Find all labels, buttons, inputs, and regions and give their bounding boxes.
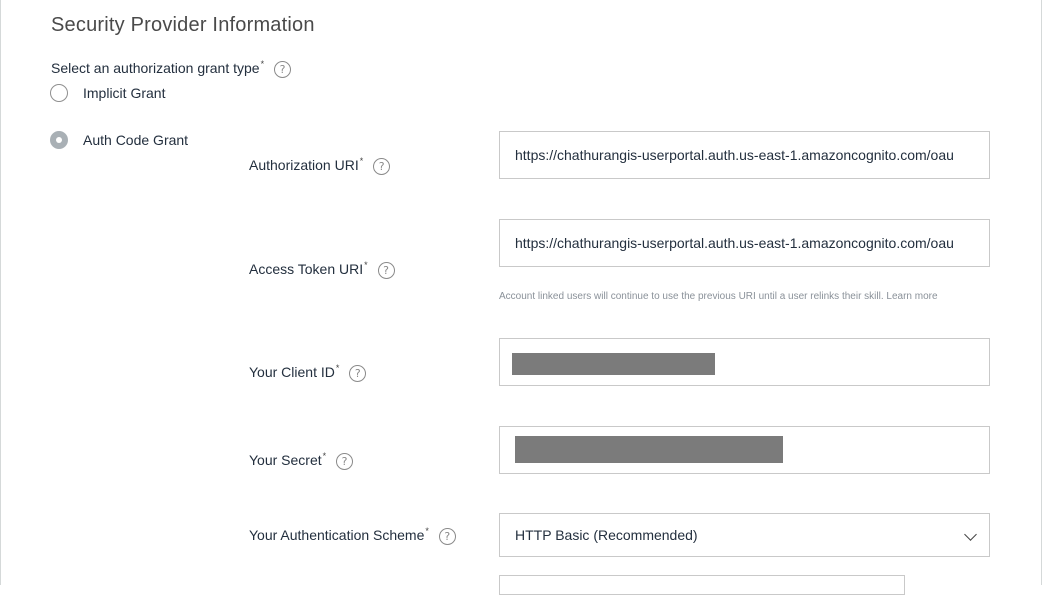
access-token-uri-input[interactable]: https://chathurangis-userportal.auth.us-… [499,219,990,267]
secret-label: Your Secret* ? [249,451,354,470]
redacted-secret [515,436,783,463]
question-circle-icon[interactable]: ? [349,364,367,382]
authorization-uri-label: Authorization URI* ? [249,156,391,175]
radio-implicit-grant[interactable]: Implicit Grant [50,84,165,102]
chevron-down-icon[interactable] [964,528,977,541]
question-circle-icon[interactable]: ? [377,261,395,279]
question-circle-icon[interactable]: ? [336,452,354,470]
next-field-partial[interactable] [499,575,905,595]
radio-button-selected[interactable] [50,131,68,149]
grant-type-label: Select an authorization grant type* ? [51,59,291,78]
client-id-label: Your Client ID* ? [249,363,367,382]
access-token-uri-label: Access Token URI* ? [249,260,395,279]
authorization-uri-input[interactable]: https://chathurangis-userportal.auth.us-… [499,131,990,179]
question-circle-icon[interactable]: ? [438,527,456,545]
auth-scheme-select[interactable]: HTTP Basic (Recommended) [499,513,990,557]
auth-scheme-label: Your Authentication Scheme* ? [249,526,456,545]
radio-auth-code-grant[interactable]: Auth Code Grant [50,131,188,149]
section-title: Security Provider Information [51,14,315,36]
question-circle-icon[interactable]: ? [273,60,291,78]
redacted-client-id [512,353,715,375]
radio-button[interactable] [50,84,68,102]
access-token-hint: Account linked users will continue to us… [499,291,938,302]
question-circle-icon[interactable]: ? [373,157,391,175]
